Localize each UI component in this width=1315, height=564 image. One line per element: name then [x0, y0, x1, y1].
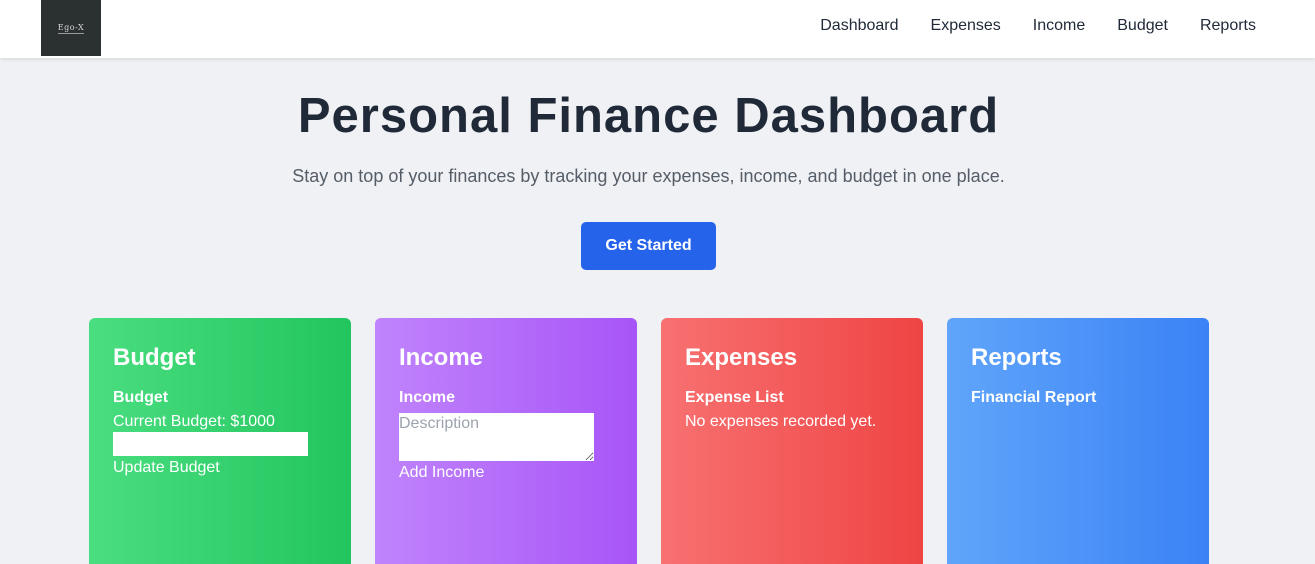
current-budget-label: Current Budget: $1000	[113, 413, 275, 430]
get-started-button[interactable]: Get Started	[581, 222, 716, 270]
nav-link-dashboard[interactable]: Dashboard	[820, 17, 898, 35]
page-title: Personal Finance Dashboard	[297, 89, 1000, 143]
nav-link-reports[interactable]: Reports	[1200, 17, 1256, 35]
budget-card-title: Budget	[113, 344, 196, 371]
financial-report-heading: Financial Report	[971, 389, 1097, 406]
income-card-title: Income	[399, 344, 484, 371]
logo[interactable]: Ego-X	[41, 0, 101, 56]
budget-card-subtitle: Budget	[113, 389, 169, 406]
income-card: Income Income Add Income	[375, 318, 637, 564]
nav-link-budget[interactable]: Budget	[1117, 17, 1168, 35]
reports-card-title: Reports	[971, 344, 1062, 371]
expenses-card: Expenses Expense List No expenses record…	[661, 318, 923, 564]
logo-text: Ego-X	[57, 22, 85, 34]
reports-card: Reports Financial Report	[947, 318, 1209, 564]
page-subtitle: Stay on top of your finances by tracking…	[292, 166, 1005, 186]
top-navbar: Ego-X Dashboard Expenses Income Budget R…	[0, 0, 1315, 58]
budget-card: Budget Budget Current Budget: $1000 Upda…	[89, 318, 351, 564]
income-card-subtitle: Income	[399, 389, 456, 406]
nav-links: Dashboard Expenses Income Budget Reports	[820, 0, 1256, 52]
nav-link-income[interactable]: Income	[1033, 17, 1085, 35]
expenses-card-title: Expenses	[685, 344, 798, 371]
budget-input[interactable]	[113, 432, 308, 456]
add-income-button[interactable]: Add Income	[399, 463, 484, 483]
expenses-empty-text: No expenses recorded yet.	[685, 413, 877, 430]
expense-list-heading: Expense List	[685, 389, 784, 406]
update-budget-button[interactable]: Update Budget	[113, 458, 220, 478]
nav-link-expenses[interactable]: Expenses	[931, 17, 1001, 35]
income-description-input[interactable]	[399, 413, 594, 461]
